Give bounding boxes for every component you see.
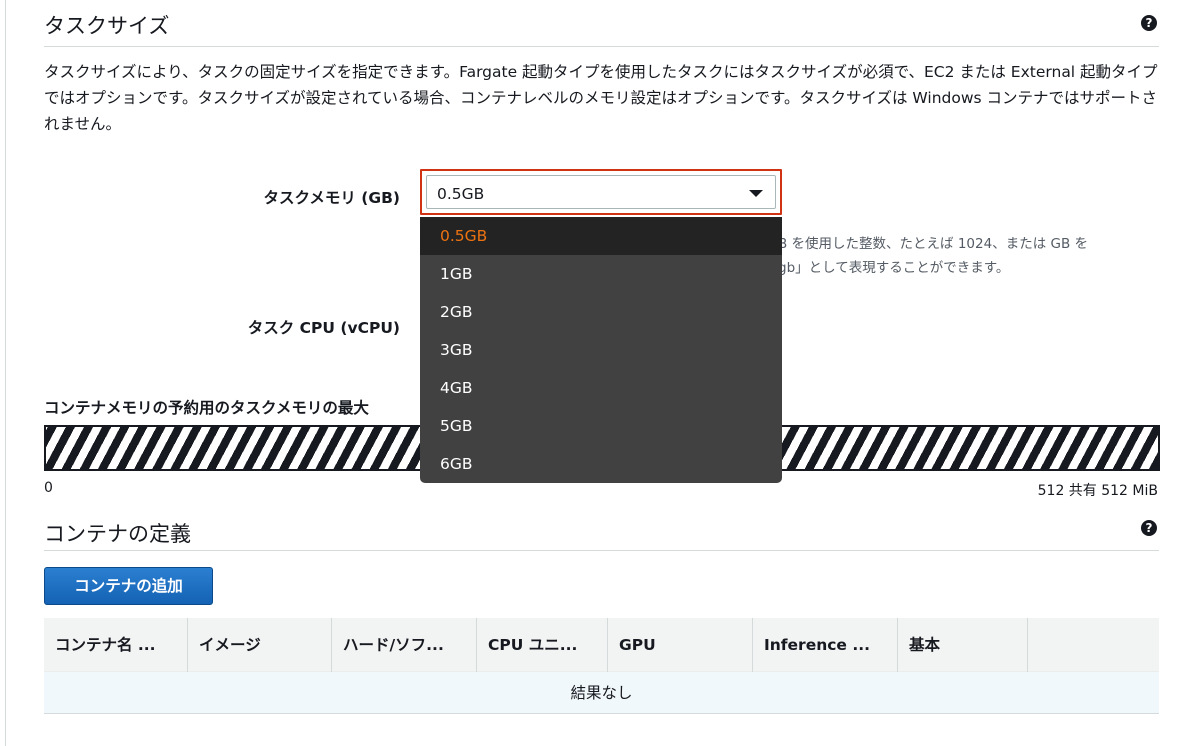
dropdown-option[interactable]: 2GB <box>420 293 782 331</box>
dropdown-option[interactable]: 1GB <box>420 255 782 293</box>
task-size-title: タスクサイズ <box>44 14 170 38</box>
column-header[interactable]: イメージ <box>188 618 332 672</box>
memory-bar-label: コンテナメモリの予約用のタスクメモリの最大 <box>44 399 369 417</box>
add-container-button[interactable]: コンテナの追加 <box>44 567 213 605</box>
task-cpu-label: タスク CPU (vCPU) <box>247 319 400 337</box>
dropdown-option[interactable]: 3GB <box>420 331 782 369</box>
section-divider <box>44 46 1159 47</box>
task-memory-label: タスクメモリ (GB) <box>263 189 400 207</box>
dropdown-option[interactable]: 5GB <box>420 407 782 445</box>
memory-bar-max: 512 共有 512 MiB <box>1037 483 1158 499</box>
task-memory-hint-line2: gb」として表現することができます。 <box>778 260 1010 276</box>
help-icon[interactable]: ? <box>1141 15 1157 31</box>
column-header[interactable]: Inference ... <box>753 618 898 672</box>
left-border <box>5 0 6 746</box>
table-header: コンテナ名 ... イメージ ハード/ソフ... CPU ユニ... GPU I… <box>44 618 1159 672</box>
caret-down-icon <box>749 190 763 197</box>
column-header[interactable]: CPU ユニ... <box>477 618 608 672</box>
memory-bar-min: 0 <box>44 480 53 496</box>
dropdown-option[interactable]: 0.5GB <box>420 217 782 255</box>
column-header[interactable]: 基本 <box>898 618 1028 672</box>
help-icon[interactable]: ? <box>1141 520 1157 536</box>
empty-results: 結果なし <box>44 672 1159 714</box>
containers-table: コンテナ名 ... イメージ ハード/ソフ... CPU ユニ... GPU I… <box>44 618 1159 714</box>
task-memory-dropdown: 0.5GB 1GB 2GB 3GB 4GB 5GB 6GB <box>420 217 782 483</box>
dropdown-option[interactable]: 4GB <box>420 369 782 407</box>
column-header[interactable]: コンテナ名 ... <box>44 618 188 672</box>
column-header[interactable]: GPU <box>608 618 753 672</box>
task-memory-hint-line1: B を使用した整数、たとえば 1024、または GB を <box>778 236 1089 252</box>
section-divider <box>44 550 1159 551</box>
task-size-description: タスクサイズにより、タスクの固定サイズを指定できます。Fargate 起動タイプ… <box>44 63 1158 133</box>
column-header[interactable]: ハード/ソフ... <box>332 618 477 672</box>
column-header <box>1028 618 1159 672</box>
task-memory-selected-value: 0.5GB <box>437 185 485 203</box>
container-definitions-title: コンテナの定義 <box>44 522 191 546</box>
task-memory-select[interactable]: 0.5GB <box>420 169 782 215</box>
dropdown-option[interactable]: 6GB <box>420 445 782 483</box>
